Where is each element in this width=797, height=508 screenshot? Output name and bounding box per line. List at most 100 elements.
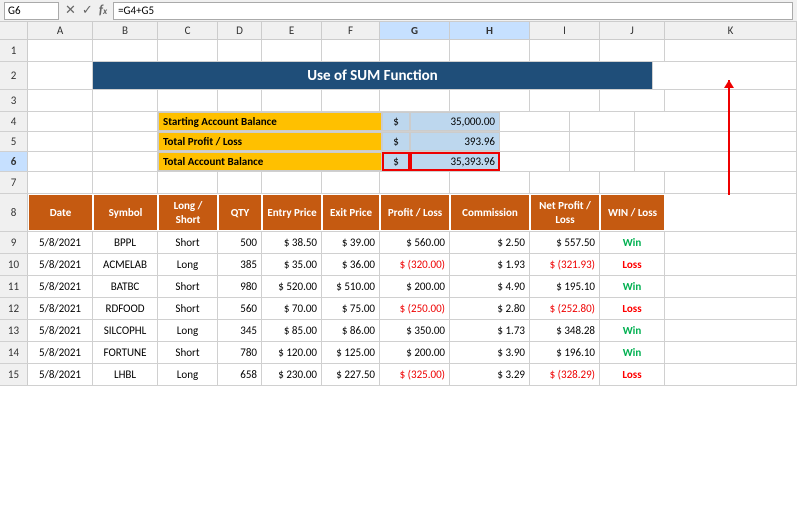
cell-entry-12[interactable]: $ 70.00	[262, 298, 322, 319]
cell-b1[interactable]	[93, 40, 158, 61]
cell-qty-13[interactable]: 345	[218, 320, 262, 341]
col-header-c[interactable]: C	[158, 22, 218, 39]
cell-e3[interactable]	[262, 90, 322, 111]
cell-qty-15[interactable]: 658	[218, 364, 262, 385]
cell-qty-10[interactable]: 385	[218, 254, 262, 275]
cell-f1[interactable]	[322, 40, 380, 61]
cell-qty-14[interactable]: 780	[218, 342, 262, 363]
cell-pl-15[interactable]: $ (325.00)	[380, 364, 450, 385]
cell-net-10[interactable]: $ (321.93)	[530, 254, 600, 275]
cell-comm-14[interactable]: $ 3.90	[450, 342, 530, 363]
cell-a7[interactable]	[28, 172, 93, 193]
cell-c7[interactable]	[158, 172, 218, 193]
cell-h1[interactable]	[450, 40, 530, 61]
cell-wl-9[interactable]: Win	[600, 232, 665, 253]
cell-date-10[interactable]: 5/8/2021	[28, 254, 93, 275]
cell-i4[interactable]	[500, 112, 570, 131]
col-header-j[interactable]: J	[600, 22, 665, 39]
cell-i1[interactable]	[530, 40, 600, 61]
cell-pl-13[interactable]: $ 350.00	[380, 320, 450, 341]
cell-net-14[interactable]: $ 196.10	[530, 342, 600, 363]
cell-b7[interactable]	[93, 172, 158, 193]
cell-e7[interactable]	[262, 172, 322, 193]
cell-exit-13[interactable]: $ 86.00	[322, 320, 380, 341]
cell-j4[interactable]	[570, 112, 635, 131]
cell-c3[interactable]	[158, 90, 218, 111]
cell-qty-11[interactable]: 980	[218, 276, 262, 297]
cell-comm-13[interactable]: $ 1.73	[450, 320, 530, 341]
cell-ls-10[interactable]: Long	[158, 254, 218, 275]
cell-symbol-14[interactable]: FORTUNE	[93, 342, 158, 363]
col-header-d[interactable]: D	[218, 22, 262, 39]
cell-comm-12[interactable]: $ 2.80	[450, 298, 530, 319]
cell-j7[interactable]	[600, 172, 665, 193]
cell-exit-11[interactable]: $ 510.00	[322, 276, 380, 297]
cell-exit-15[interactable]: $ 227.50	[322, 364, 380, 385]
cell-date-13[interactable]: 5/8/2021	[28, 320, 93, 341]
cell-date-9[interactable]: 5/8/2021	[28, 232, 93, 253]
cell-exit-9[interactable]: $ 39.00	[322, 232, 380, 253]
cell-f3[interactable]	[322, 90, 380, 111]
cell-k7[interactable]	[665, 172, 797, 193]
cell-pl-11[interactable]: $ 200.00	[380, 276, 450, 297]
cell-net-11[interactable]: $ 195.10	[530, 276, 600, 297]
fx-icon[interactable]: fx	[97, 3, 109, 18]
cell-net-15[interactable]: $ (328.29)	[530, 364, 600, 385]
cell-k1[interactable]	[665, 40, 797, 61]
cell-h7[interactable]	[450, 172, 530, 193]
cell-ls-9[interactable]: Short	[158, 232, 218, 253]
cell-symbol-12[interactable]: RDFOOD	[93, 298, 158, 319]
cell-symbol-11[interactable]: BATBC	[93, 276, 158, 297]
cell-exit-10[interactable]: $ 36.00	[322, 254, 380, 275]
cell-net-12[interactable]: $ (252.80)	[530, 298, 600, 319]
cell-pl-9[interactable]: $ 560.00	[380, 232, 450, 253]
cell-g7[interactable]	[380, 172, 450, 193]
cell-comm-15[interactable]: $ 3.29	[450, 364, 530, 385]
cell-comm-11[interactable]: $ 4.90	[450, 276, 530, 297]
cell-qty-9[interactable]: 500	[218, 232, 262, 253]
cell-wl-14[interactable]: Win	[600, 342, 665, 363]
col-header-h[interactable]: H	[450, 22, 530, 39]
cell-symbol-9[interactable]: BPPL	[93, 232, 158, 253]
formula-input[interactable]: =G4+G5	[113, 2, 793, 20]
cell-b5[interactable]	[93, 132, 158, 151]
cell-comm-9[interactable]: $ 2.50	[450, 232, 530, 253]
cell-date-14[interactable]: 5/8/2021	[28, 342, 93, 363]
cell-j3[interactable]	[600, 90, 665, 111]
cell-k2[interactable]	[653, 62, 797, 89]
cell-h3[interactable]	[450, 90, 530, 111]
cell-ls-14[interactable]: Short	[158, 342, 218, 363]
cell-i5[interactable]	[500, 132, 570, 151]
cell-date-15[interactable]: 5/8/2021	[28, 364, 93, 385]
cell-j5[interactable]	[570, 132, 635, 151]
cell-g3[interactable]	[380, 90, 450, 111]
col-header-f[interactable]: F	[322, 22, 380, 39]
cell-net-13[interactable]: $ 348.28	[530, 320, 600, 341]
cell-ls-12[interactable]: Short	[158, 298, 218, 319]
col-header-g[interactable]: G	[380, 22, 450, 39]
cell-e1[interactable]	[262, 40, 322, 61]
cell-wl-13[interactable]: Win	[600, 320, 665, 341]
cell-k5[interactable]	[635, 132, 797, 151]
cell-symbol-10[interactable]: ACMELAB	[93, 254, 158, 275]
cell-b4[interactable]	[93, 112, 158, 131]
cell-d1[interactable]	[218, 40, 262, 61]
col-header-a[interactable]: A	[28, 22, 93, 39]
cell-ls-11[interactable]: Short	[158, 276, 218, 297]
cell-entry-9[interactable]: $ 38.50	[262, 232, 322, 253]
cell-a2[interactable]	[28, 62, 93, 89]
col-header-k[interactable]: K	[665, 22, 797, 39]
cell-pl-10[interactable]: $ (320.00)	[380, 254, 450, 275]
cell-wl-11[interactable]: Win	[600, 276, 665, 297]
cell-b3[interactable]	[93, 90, 158, 111]
col-header-b[interactable]: B	[93, 22, 158, 39]
cell-d3[interactable]	[218, 90, 262, 111]
cell-wl-12[interactable]: Loss	[600, 298, 665, 319]
cell-a3[interactable]	[28, 90, 93, 111]
cell-i3[interactable]	[530, 90, 600, 111]
cell-k6[interactable]	[635, 152, 797, 171]
cell-k3[interactable]	[665, 90, 797, 111]
cell-i7[interactable]	[530, 172, 600, 193]
cell-k4[interactable]	[635, 112, 797, 131]
cell-ls-15[interactable]: Long	[158, 364, 218, 385]
